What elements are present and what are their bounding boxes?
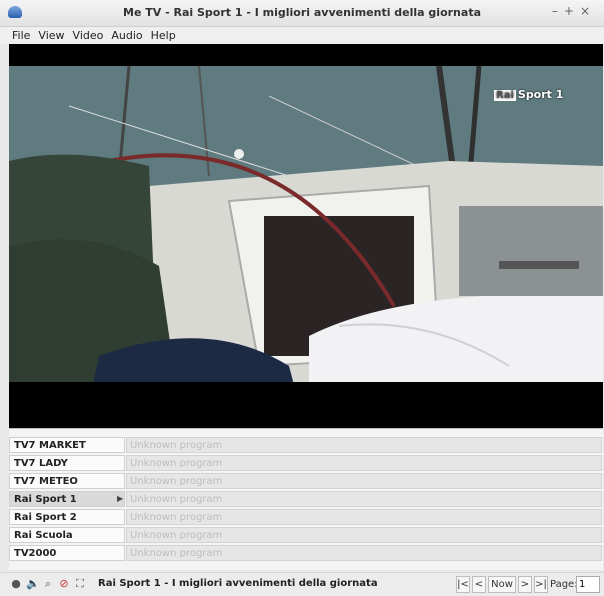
- menu-help[interactable]: Help: [147, 27, 180, 44]
- play-arrow-icon: ▶: [117, 494, 124, 503]
- channel-logo-text: Sport 1: [517, 88, 564, 101]
- minimize-icon[interactable]: –: [552, 4, 564, 18]
- channel-name[interactable]: TV7 LADY: [9, 455, 125, 471]
- last-page-button[interactable]: >|: [534, 576, 548, 593]
- window-controls: –+×: [552, 4, 596, 18]
- close-icon[interactable]: ×: [580, 4, 596, 18]
- program-cell[interactable]: Unknown program: [126, 509, 602, 525]
- channel-name[interactable]: TV7 METEO: [9, 473, 125, 489]
- channel-name[interactable]: Rai Sport 1: [9, 491, 125, 507]
- first-page-button[interactable]: |<: [456, 576, 470, 593]
- channel-name[interactable]: Rai Sport 2: [9, 509, 125, 525]
- maximize-icon[interactable]: +: [564, 4, 580, 18]
- video-frame: [9, 66, 603, 404]
- next-page-button[interactable]: >: [518, 576, 532, 593]
- epg-row[interactable]: TV7 METEO Unknown program: [9, 473, 603, 490]
- window-title: Me TV - Rai Sport 1 - I migliori avvenim…: [123, 6, 481, 19]
- menu-audio[interactable]: Audio: [107, 27, 146, 44]
- epg-row[interactable]: TV7 MARKET Unknown program: [9, 437, 603, 454]
- epg-list: TV7 MARKET Unknown program TV7 LADY Unkn…: [9, 428, 603, 570]
- menu-video[interactable]: Video: [69, 27, 108, 44]
- record-icon[interactable]: ●: [10, 578, 22, 590]
- zoom-icon[interactable]: ⌕: [42, 578, 54, 590]
- program-cell[interactable]: Unknown program: [126, 437, 602, 453]
- channel-logo: Rai Sport 1: [494, 88, 563, 101]
- status-bar: ● 🔈 ⌕ ⊘ ⛶ Rai Sport 1 - I migliori avven…: [0, 572, 604, 596]
- title-bar: Me TV - Rai Sport 1 - I migliori avvenim…: [0, 0, 604, 27]
- epg-row[interactable]: TV2000 Unknown program: [9, 545, 603, 562]
- epg-row[interactable]: TV7 LADY Unknown program: [9, 455, 603, 472]
- menu-file[interactable]: File: [8, 27, 34, 44]
- channel-name[interactable]: TV7 MARKET: [9, 437, 125, 453]
- epg-row-selected[interactable]: Rai Sport 1 ▶ Unknown program: [9, 491, 603, 508]
- channel-name[interactable]: TV2000: [9, 545, 125, 561]
- program-cell[interactable]: Unknown program: [126, 473, 602, 489]
- volume-icon[interactable]: 🔈: [26, 578, 40, 590]
- program-cell[interactable]: Unknown program: [126, 527, 602, 543]
- menu-view[interactable]: View: [34, 27, 68, 44]
- channel-name[interactable]: Rai Scuola: [9, 527, 125, 543]
- channel-logo-box: Rai: [494, 90, 516, 101]
- now-button[interactable]: Now: [488, 576, 516, 593]
- program-cell[interactable]: Unknown program: [126, 545, 602, 561]
- menu-bar: File View Video Audio Help: [0, 27, 604, 44]
- program-cell[interactable]: Unknown program: [126, 455, 602, 471]
- epg-row[interactable]: Rai Scuola Unknown program: [9, 527, 603, 544]
- epg-row[interactable]: Rai Sport 2 Unknown program: [9, 509, 603, 526]
- fullscreen-icon[interactable]: ⛶: [74, 578, 86, 590]
- program-cell[interactable]: Unknown program: [126, 491, 602, 507]
- video-area[interactable]: Rai Sport 1: [9, 44, 603, 428]
- status-text: Rai Sport 1 - I migliori avvenimenti del…: [98, 578, 378, 589]
- mute-icon[interactable]: ⊘: [58, 578, 70, 590]
- prev-page-button[interactable]: <: [472, 576, 486, 593]
- page-input[interactable]: [576, 576, 600, 593]
- page-label: Page:: [550, 579, 578, 590]
